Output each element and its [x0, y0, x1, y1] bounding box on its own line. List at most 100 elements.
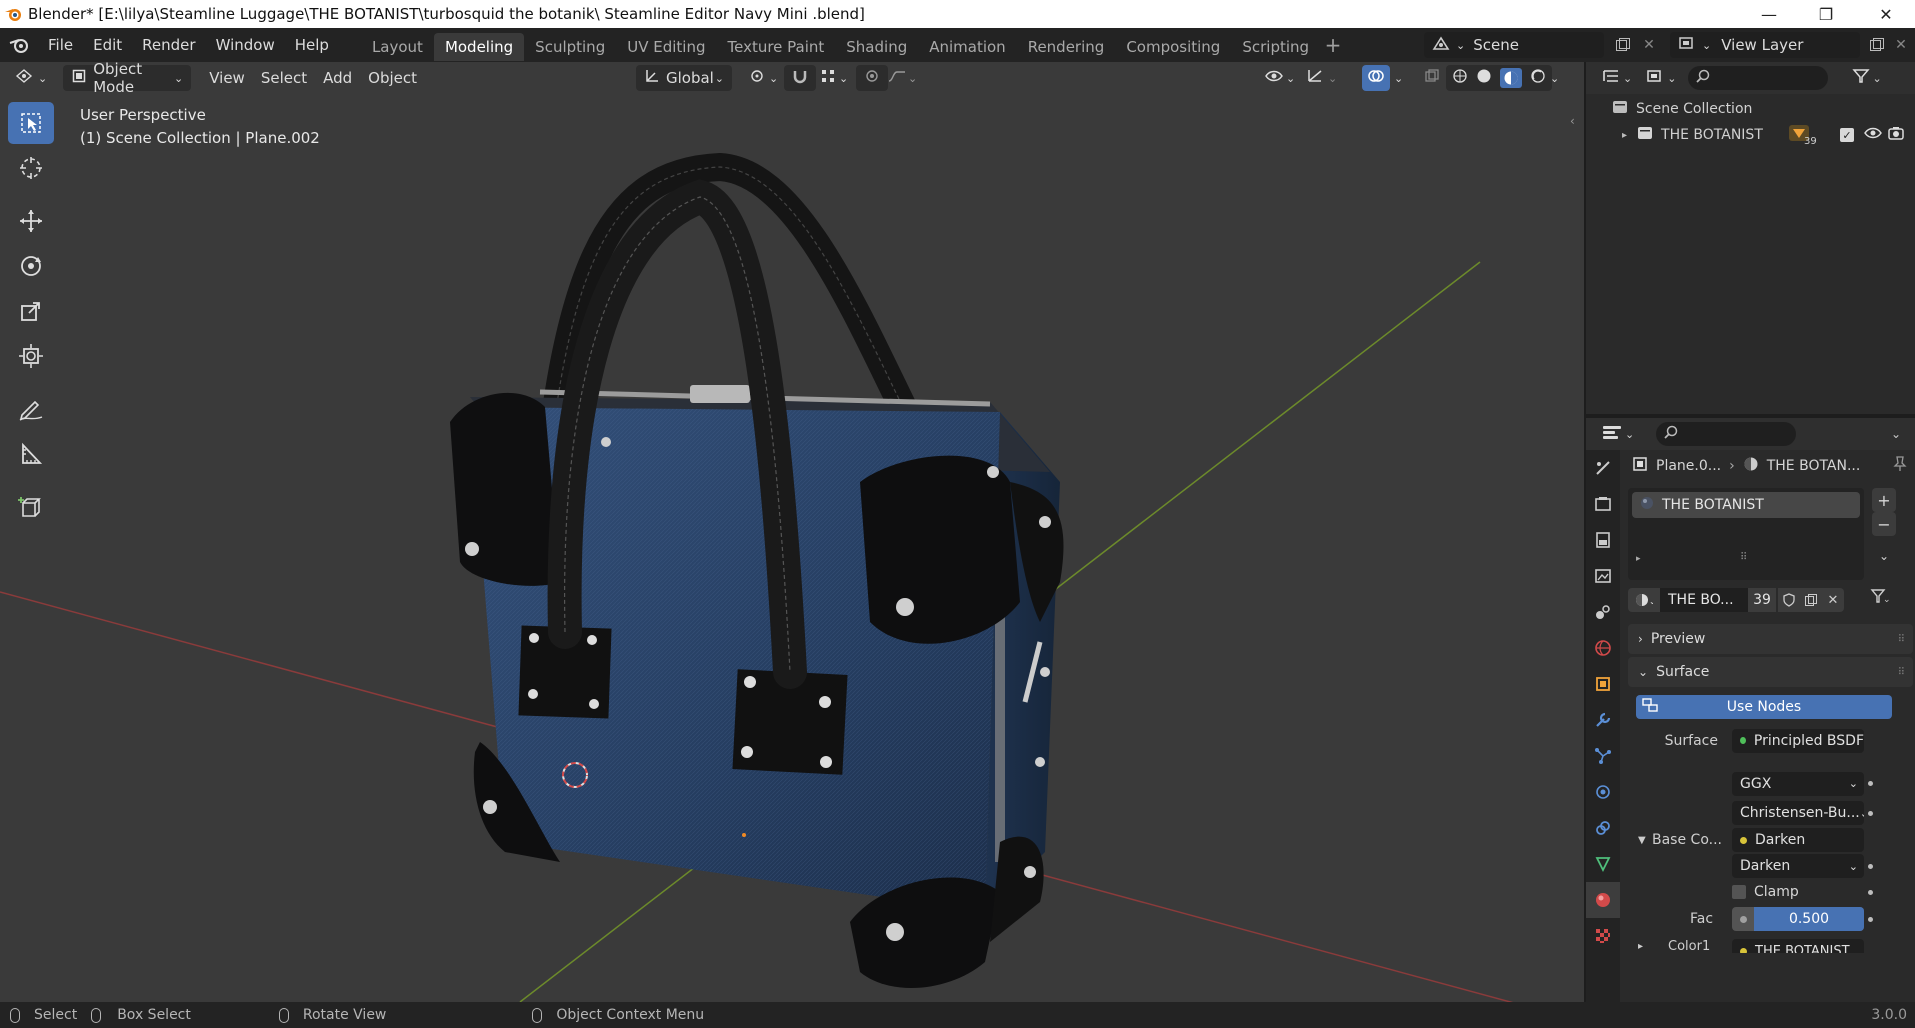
fac-slider[interactable]: 0.500: [1732, 907, 1864, 931]
tab-rendering[interactable]: Rendering: [1017, 33, 1116, 61]
color1-expand-icon[interactable]: ▸: [1638, 941, 1643, 952]
menu-help[interactable]: Help: [285, 28, 339, 62]
tab-modeling[interactable]: Modeling: [433, 32, 525, 61]
tab-uv-editing[interactable]: UV Editing: [616, 33, 716, 61]
texture-properties-tab-icon[interactable]: [1586, 918, 1620, 954]
select-box-tool-icon[interactable]: [8, 102, 54, 144]
constraints-properties-tab-icon[interactable]: [1586, 810, 1620, 846]
scene-collection-row[interactable]: Scene Collection: [1586, 96, 1915, 122]
mode-selector[interactable]: Object Mode ⌄: [63, 62, 192, 96]
gizmo-button[interactable]: ⌄: [1298, 65, 1345, 91]
outliner-collection-row[interactable]: ▸ THE BOTANIST 39 ✓: [1586, 122, 1915, 148]
view-layer-selector[interactable]: ⌄ View Layer: [1670, 32, 1860, 58]
keyframe-dot-icon[interactable]: [1868, 889, 1873, 895]
add-menu[interactable]: Add: [315, 65, 360, 91]
keyframe-dot-icon[interactable]: [1868, 810, 1873, 816]
view-menu[interactable]: View: [201, 65, 253, 91]
overlays-dropdown[interactable]: ⌄: [1390, 65, 1407, 91]
minimize-button[interactable]: —: [1740, 0, 1798, 28]
output-properties-tab-icon[interactable]: [1586, 522, 1620, 558]
proportional-falloff-button[interactable]: ⌄: [880, 65, 925, 91]
rendered-shading-icon[interactable]: [1530, 68, 1546, 88]
xray-toggle[interactable]: [1420, 65, 1444, 91]
tab-animation[interactable]: Animation: [918, 33, 1016, 61]
material-preview-shading-icon[interactable]: [1500, 68, 1522, 88]
display-mode-button[interactable]: ⌄: [1646, 68, 1676, 88]
base-color-expand-icon[interactable]: ▼: [1638, 835, 1646, 846]
menu-render[interactable]: Render: [132, 28, 205, 62]
world-properties-tab-icon[interactable]: [1586, 630, 1620, 666]
tool-properties-tab-icon[interactable]: [1586, 450, 1620, 486]
rotate-tool-icon[interactable]: [8, 245, 54, 287]
menu-edit[interactable]: Edit: [83, 28, 132, 62]
outliner-filter-button[interactable]: ⌄: [1852, 68, 1882, 88]
add-cube-tool-icon[interactable]: [8, 486, 54, 528]
outliner-editor-type-button[interactable]: ⌄: [1602, 68, 1632, 88]
color1-link-field[interactable]: THE BOTANIST: [1732, 939, 1864, 953]
scene-properties-tab-icon[interactable]: [1586, 594, 1620, 630]
material-slot-row[interactable]: THE BOTANIST: [1632, 492, 1860, 518]
clamp-checkbox[interactable]: [1732, 885, 1746, 899]
outliner-search-input[interactable]: [1688, 66, 1829, 90]
subsurface-method-dropdown[interactable]: Christensen-Bu... ⌄: [1732, 801, 1864, 825]
distribution-dropdown[interactable]: GGX ⌄: [1732, 771, 1864, 796]
editor-type-button[interactable]: ⌄: [6, 65, 55, 91]
annotate-tool-icon[interactable]: [8, 388, 54, 430]
duplicate-material-icon[interactable]: [1800, 588, 1822, 612]
material-link-dropdown[interactable]: ⌄: [1870, 588, 1890, 604]
scene-selector[interactable]: ⌄ Scene: [1424, 32, 1604, 58]
object-menu[interactable]: Object: [360, 65, 425, 91]
material-properties-tab-icon[interactable]: [1586, 882, 1620, 918]
3d-viewport[interactable]: ⌄ Object Mode ⌄ View Select Add Object G…: [0, 62, 1584, 1002]
slot-specials-dropdown[interactable]: ⌄: [1872, 544, 1896, 568]
transform-orientation-selector[interactable]: Global ⌄: [636, 65, 732, 91]
cursor-tool-icon[interactable]: [8, 147, 54, 189]
data-properties-tab-icon[interactable]: [1586, 846, 1620, 882]
modifier-properties-tab-icon[interactable]: [1586, 702, 1620, 738]
tab-layout[interactable]: Layout: [361, 33, 434, 61]
pivot-point-button[interactable]: ⌄: [740, 65, 786, 91]
drag-handle-icon[interactable]: ⠿: [1898, 634, 1905, 645]
wireframe-shading-icon[interactable]: [1452, 68, 1468, 88]
fake-user-shield-icon[interactable]: [1778, 588, 1800, 612]
move-tool-icon[interactable]: [8, 200, 54, 242]
exclude-checkbox[interactable]: ✓: [1840, 128, 1854, 142]
tab-shading[interactable]: Shading: [835, 33, 918, 61]
tab-compositing[interactable]: Compositing: [1115, 33, 1231, 61]
shading-options-dropdown[interactable]: ⌄: [1546, 65, 1563, 91]
new-view-layer-icon[interactable]: [1866, 34, 1888, 56]
blender-menu-icon[interactable]: [0, 36, 38, 54]
properties-editor-type-button[interactable]: ⌄: [1602, 424, 1634, 444]
use-nodes-button[interactable]: Use Nodes: [1636, 695, 1892, 719]
particles-properties-tab-icon[interactable]: [1586, 738, 1620, 774]
restore-button[interactable]: ❐: [1797, 0, 1855, 28]
add-slot-button[interactable]: +: [1872, 488, 1896, 512]
render-properties-tab-icon[interactable]: [1586, 486, 1620, 522]
surface-section-header[interactable]: ⌄ Surface ⠿: [1628, 657, 1913, 687]
snap-target-button[interactable]: ⌄: [812, 65, 856, 91]
list-resize-handle-icon[interactable]: ⠿: [1740, 552, 1748, 563]
visibility-eye-icon[interactable]: [1864, 126, 1882, 144]
menu-file[interactable]: File: [38, 28, 83, 62]
close-button[interactable]: ✕: [1857, 0, 1915, 28]
keyframe-dot-icon[interactable]: [1868, 863, 1873, 869]
delete-scene-icon[interactable]: ✕: [1638, 34, 1660, 56]
solid-shading-icon[interactable]: [1476, 68, 1492, 88]
select-menu[interactable]: Select: [253, 65, 315, 91]
tab-sculpting[interactable]: Sculpting: [524, 33, 616, 61]
material-name-field[interactable]: THE BO...: [1660, 588, 1748, 612]
preview-section-header[interactable]: › Preview ⠿: [1628, 624, 1913, 654]
menu-window[interactable]: Window: [206, 28, 285, 62]
unlink-material-icon[interactable]: ✕: [1822, 588, 1844, 612]
tab-scripting[interactable]: Scripting: [1231, 33, 1320, 61]
expand-arrow-icon[interactable]: ▸: [1622, 130, 1627, 141]
pin-icon[interactable]: [1893, 456, 1907, 476]
scale-tool-icon[interactable]: [8, 290, 54, 332]
remove-slot-button[interactable]: −: [1872, 512, 1896, 536]
render-camera-icon[interactable]: [1888, 126, 1904, 144]
material-users-count[interactable]: 39: [1748, 588, 1776, 612]
tab-texture-paint[interactable]: Texture Paint: [716, 33, 835, 61]
properties-options-dropdown[interactable]: ⌄: [1891, 427, 1901, 441]
add-workspace-button[interactable]: +: [1320, 33, 1346, 57]
sidebar-toggle-icon[interactable]: ‹: [1570, 114, 1575, 128]
